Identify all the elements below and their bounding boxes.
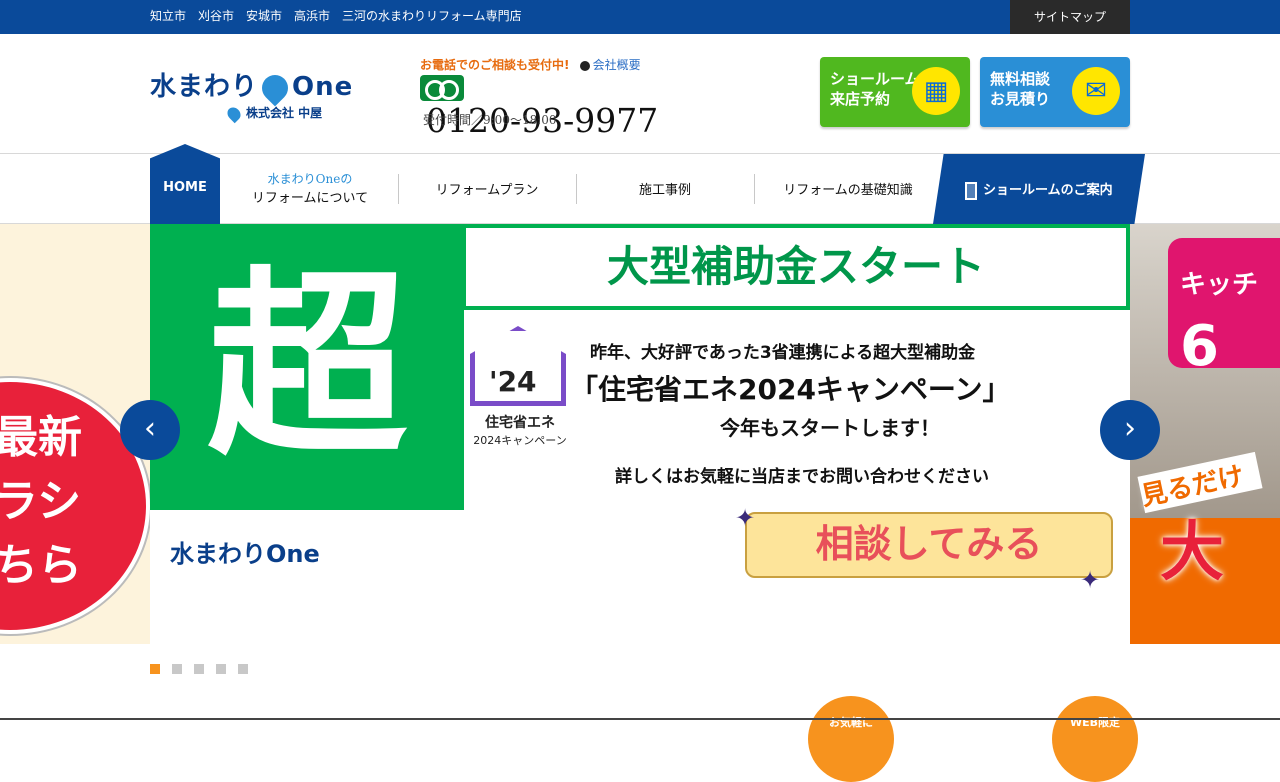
slide-banner: 大型補助金スタート	[462, 224, 1130, 310]
peek-right-big-char: 大	[1160, 516, 1224, 590]
company-name-text: 株式会社 中屋	[246, 106, 323, 120]
consult-cta-line2: お見積り	[990, 90, 1051, 108]
phone-lead: お電話でのご相談も受付中! 会社概要	[420, 56, 690, 73]
slider-dot[interactable]	[238, 664, 248, 674]
slider-dot[interactable]	[172, 664, 182, 674]
showroom-reservation-button[interactable]: ショールーム 来店予約 ▦	[820, 57, 970, 127]
nav-about[interactable]: 水まわりOneの リフォームについて	[230, 170, 390, 206]
slide-text-campaign: 「住宅省エネ2024キャンペーン」	[570, 373, 1011, 406]
nav-case-studies[interactable]: 施工事例	[578, 179, 752, 215]
peek-right-tag-line1: キッチ	[1180, 270, 1259, 300]
logo-text-left: 水まわり	[150, 72, 259, 102]
nav-separator	[754, 174, 755, 204]
logo-text-right: One	[292, 72, 354, 102]
site-header: 水まわり One 株式会社 中屋 お電話でのご相談も受付中! 会社概要 0120-…	[0, 34, 1280, 154]
flame-drop-icon	[224, 104, 244, 123]
slider-next-button[interactable]: ›	[1100, 400, 1160, 460]
service-area-text: 知立市 刈谷市 安城市 高浜市 三河の水まわりリフォーム専門店	[150, 9, 522, 23]
peek-right-tag: キッチ 6	[1168, 238, 1280, 378]
hero-slider: 最新 ラシ ちら 超 大型補助金スタート '24 住宅省エネ 2024キャンペー…	[0, 224, 1280, 644]
top-bar: 知立市 刈谷市 安城市 高浜市 三河の水まわりリフォーム専門店 サイトマップ	[0, 0, 1280, 34]
peek-right-caption: 見るだけ	[1137, 451, 1263, 514]
door-icon	[965, 181, 977, 200]
badge-label: 住宅省エネ	[485, 415, 555, 431]
slide-logo: 水まわりOne	[170, 540, 320, 568]
phone-number-row[interactable]: 0120-93-9977	[420, 75, 690, 140]
company-overview-link[interactable]: 会社概要	[579, 58, 641, 72]
nav-reform-plan[interactable]: リフォームプラン	[400, 179, 574, 215]
company-link-label: 会社概要	[592, 58, 641, 72]
nav-about-label: リフォームについて	[251, 191, 369, 206]
showroom-cta-line2: 来店予約	[830, 90, 891, 108]
slide-text-intro: 昨年、大好評であった3省連携による超大型補助金	[590, 343, 976, 363]
house-icon: '24	[470, 326, 566, 406]
web-peek-badge[interactable]: WEB限定	[1052, 696, 1138, 782]
nav-reform-basics[interactable]: リフォームの基礎知識	[756, 179, 940, 215]
free-consultation-button[interactable]: 無料相談 お見積り ✉	[980, 57, 1130, 127]
slide-consult-button[interactable]: 相談してみる	[745, 512, 1113, 578]
water-drop-icon	[256, 69, 294, 106]
slide-text-contact: 詳しくはお気軽に当店までお問い合わせください	[615, 467, 989, 487]
nav-showroom-label: ショールームのご案内	[983, 183, 1113, 198]
peek-left-line2: ラシ	[0, 476, 82, 527]
consult-peek-badge[interactable]: お気軽に	[808, 696, 894, 782]
slider-dot[interactable]	[216, 664, 226, 674]
slider-prev-button[interactable]: ‹	[120, 400, 180, 460]
peek-left-line1: 最新	[0, 412, 82, 463]
nav-separator	[576, 174, 577, 204]
free-dial-icon	[420, 75, 464, 101]
nav-home[interactable]: HOME	[150, 144, 220, 224]
sparkle-icon: ✦	[735, 504, 756, 532]
consult-cta-line1: 無料相談	[990, 70, 1051, 88]
company-name: 株式会社 中屋	[224, 104, 323, 123]
campaign-badge: '24 住宅省エネ 2024キャンペーン	[470, 326, 570, 476]
nav-about-sub: 水まわりOneの	[267, 172, 353, 186]
slider-dot[interactable]	[150, 664, 160, 674]
nav-separator	[398, 174, 399, 204]
sparkle-icon: ✦	[1080, 566, 1101, 594]
sitemap-link[interactable]: サイトマップ	[1010, 0, 1130, 34]
phone-lead-text: お電話でのご相談も受付中!	[420, 58, 570, 72]
badge-year: '24	[489, 365, 537, 398]
slide-subsidy[interactable]: 超 大型補助金スタート '24 住宅省エネ 2024キャンペーン 昨年、大好評で…	[150, 224, 1130, 644]
mail-icon: ✉	[1072, 67, 1120, 115]
peek-left-line3: ちら	[0, 540, 82, 591]
showroom-cta-line1: ショールーム	[830, 70, 920, 88]
badge-sub: 2024キャンペーン	[473, 434, 567, 447]
slide-big-char: 超	[150, 224, 464, 510]
peek-right-red-text: 見るだけ 大	[1137, 451, 1280, 624]
slide-text-start: 今年もスタートします！	[720, 416, 940, 440]
logo-wordmark: 水まわり One	[150, 66, 354, 106]
peek-right-tag-line2: 6	[1180, 314, 1219, 379]
phone-contact: お電話でのご相談も受付中! 会社概要 0120-93-9977 受付時間／9:0…	[420, 56, 690, 140]
calendar-icon: ▦	[912, 67, 960, 115]
slider-dot[interactable]	[194, 664, 204, 674]
play-circle-icon	[579, 60, 590, 71]
nav-showroom[interactable]: ショールームのご案内	[933, 154, 1145, 224]
site-logo[interactable]: 水まわり One 株式会社 中屋	[150, 60, 390, 130]
